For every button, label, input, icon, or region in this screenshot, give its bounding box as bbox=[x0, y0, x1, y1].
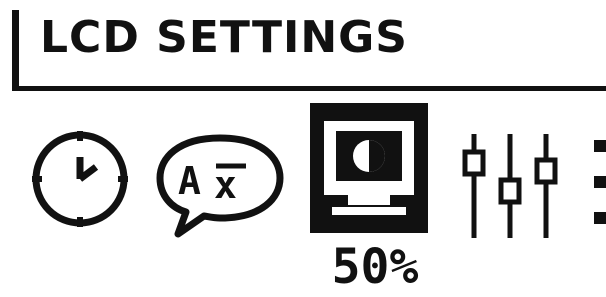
svg-text:A: A bbox=[178, 159, 201, 203]
clock-icon[interactable] bbox=[28, 127, 132, 231]
equalizer-sliders-icon[interactable] bbox=[460, 130, 560, 242]
page-title: LCD SETTINGS bbox=[40, 12, 408, 63]
more-icon[interactable] bbox=[590, 134, 606, 234]
title-bar: LCD SETTINGS bbox=[0, 0, 606, 93]
svg-text:x: x bbox=[214, 163, 237, 207]
language-icon[interactable]: A x bbox=[150, 130, 290, 242]
selected-value-label: 50% bbox=[331, 239, 419, 295]
title-accent-bar bbox=[12, 10, 19, 90]
selected-item-highlight[interactable] bbox=[310, 103, 428, 233]
title-underline bbox=[12, 86, 606, 91]
